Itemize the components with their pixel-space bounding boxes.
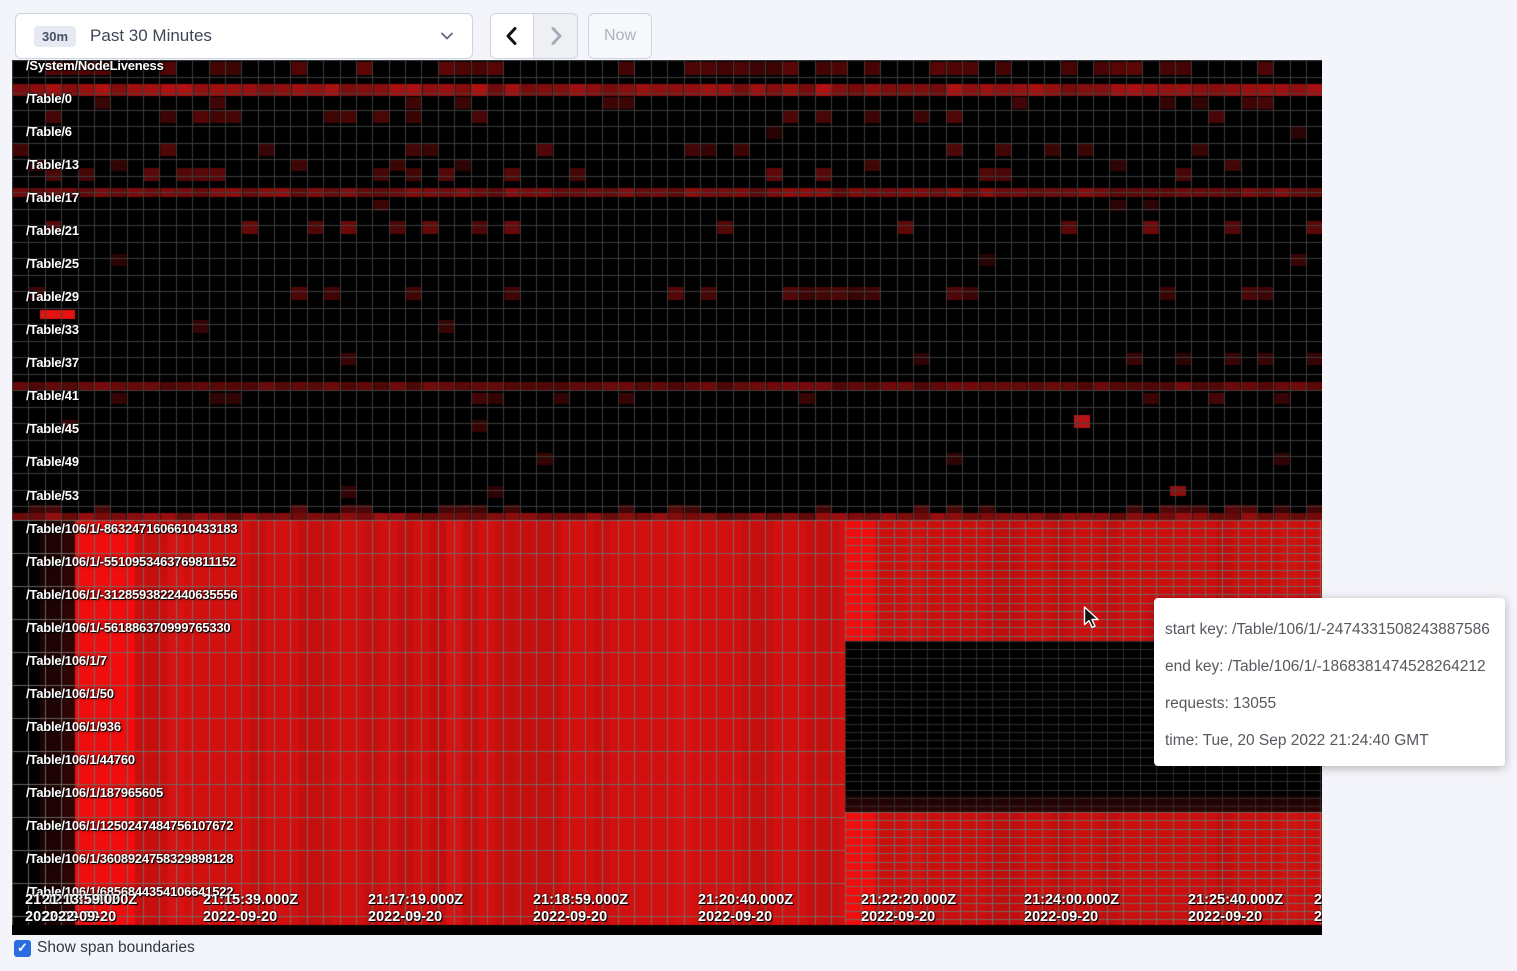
show-span-boundaries-checkbox[interactable]: ✓: [14, 940, 31, 957]
mouse-cursor-icon: [1083, 606, 1105, 630]
hover-tooltip: start key: /Table/106/1/-247433150824388…: [1154, 598, 1505, 766]
chevron-right-icon: [548, 26, 564, 46]
prev-window-button[interactable]: [491, 14, 534, 58]
time-window-badge: 30m: [34, 26, 76, 47]
heatmap-canvas[interactable]: [12, 60, 1322, 935]
time-nav-group: [490, 13, 578, 59]
next-window-button[interactable]: [534, 14, 577, 58]
now-button[interactable]: Now: [588, 13, 652, 59]
tooltip-requests: requests: 13055: [1165, 685, 1495, 722]
tooltip-end-key: end key: /Table/106/1/-18683814745282642…: [1165, 648, 1495, 685]
key-visualizer[interactable]: /System/NodeLiveness/Table/0/Table/6/Tab…: [12, 60, 1322, 935]
time-window-label: Past 30 Minutes: [90, 26, 440, 46]
footer: ✓ Show span boundaries: [14, 939, 195, 957]
chevron-down-icon: [440, 29, 454, 43]
tooltip-start-key: start key: /Table/106/1/-247433150824388…: [1165, 611, 1495, 648]
show-span-boundaries-label: Show span boundaries: [37, 939, 195, 957]
chevron-left-icon: [504, 26, 520, 46]
time-window-dropdown[interactable]: 30m Past 30 Minutes: [15, 13, 473, 59]
tooltip-time: time: Tue, 20 Sep 2022 21:24:40 GMT: [1165, 722, 1495, 759]
toolbar: 30m Past 30 Minutes Now: [15, 13, 652, 59]
